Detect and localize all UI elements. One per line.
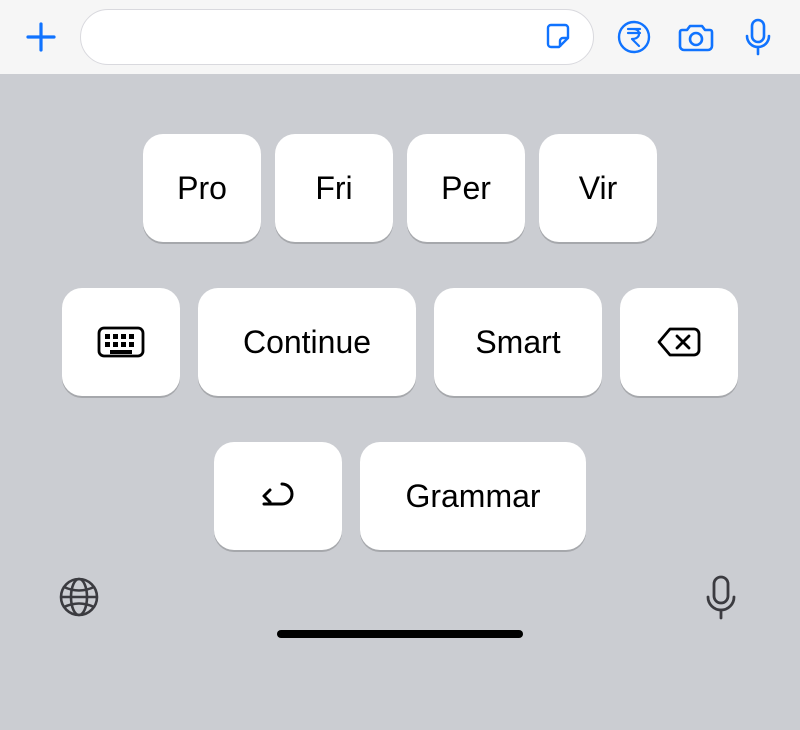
- smart-key[interactable]: Smart: [434, 288, 602, 396]
- continue-key[interactable]: Continue: [198, 288, 416, 396]
- key-row-1: Pro Fri Per Vir: [143, 134, 657, 242]
- custom-keyboard-area: Pro Fri Per Vir: [0, 74, 800, 730]
- key-label: Grammar: [405, 478, 540, 515]
- key-label: Continue: [243, 324, 371, 361]
- key-label: Per: [441, 170, 491, 207]
- sticker-icon: [545, 21, 577, 53]
- message-text-input[interactable]: [103, 23, 543, 51]
- home-indicator-wrap: [0, 630, 800, 656]
- microphone-icon: [702, 573, 740, 621]
- add-attachment-button[interactable]: [20, 16, 62, 58]
- message-input-bar: [0, 0, 800, 74]
- globe-button[interactable]: [52, 570, 106, 624]
- key-label: Pro: [177, 170, 227, 207]
- switch-keyboard-key[interactable]: [62, 288, 180, 396]
- key-row-3: Grammar: [214, 442, 586, 550]
- voice-message-button[interactable]: [736, 15, 780, 59]
- plus-icon: [24, 20, 58, 54]
- globe-icon: [57, 575, 101, 619]
- suggestion-key-vir[interactable]: Vir: [539, 134, 657, 242]
- keyboard-icon: [96, 323, 146, 361]
- microphone-icon: [741, 17, 775, 57]
- backspace-icon: [655, 324, 703, 360]
- key-label: Vir: [579, 170, 618, 207]
- key-label: Smart: [475, 324, 560, 361]
- camera-icon: [677, 18, 715, 56]
- dictation-button[interactable]: [694, 570, 748, 624]
- undo-key[interactable]: [214, 442, 342, 550]
- backspace-key[interactable]: [620, 288, 738, 396]
- sticker-button[interactable]: [543, 19, 579, 55]
- payment-button[interactable]: [612, 15, 656, 59]
- key-label: Fri: [315, 170, 352, 207]
- suggestion-key-pro[interactable]: Pro: [143, 134, 261, 242]
- home-indicator[interactable]: [277, 630, 523, 638]
- undo-icon: [258, 476, 298, 516]
- message-input-pill[interactable]: [80, 9, 594, 65]
- key-row-2: Continue Smart: [62, 288, 738, 396]
- rupee-circle-icon: [616, 19, 652, 55]
- grammar-key[interactable]: Grammar: [360, 442, 586, 550]
- keyboard-bottom-row: [0, 570, 800, 630]
- camera-button[interactable]: [674, 15, 718, 59]
- suggestion-key-fri[interactable]: Fri: [275, 134, 393, 242]
- suggestion-key-per[interactable]: Per: [407, 134, 525, 242]
